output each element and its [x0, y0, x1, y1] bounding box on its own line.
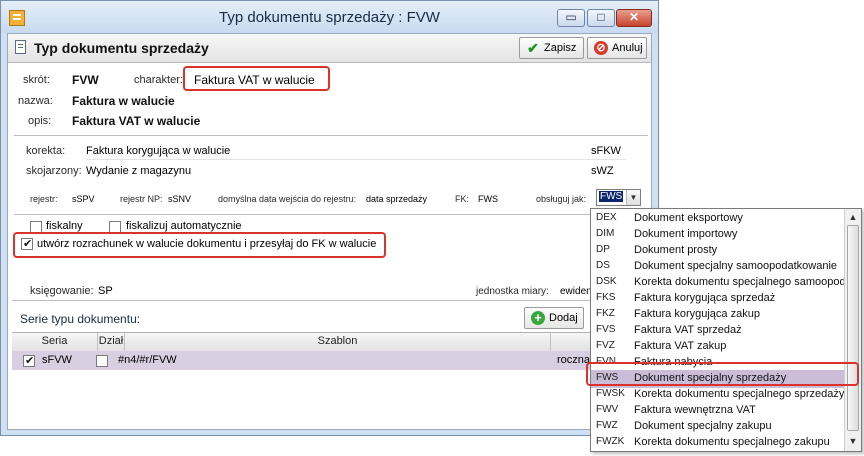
nazwa-value[interactable]: Faktura w walucie [72, 94, 175, 108]
rejestr-label: rejestr: [30, 194, 58, 204]
row-szablon: #n4/#r/FVW [118, 354, 177, 366]
cancel-icon: ⊘ [594, 41, 608, 55]
obsluguj-value: FWS [599, 191, 624, 202]
rozrachunek-label: utwórz rozrachunek w walucie dokumentu i… [37, 238, 377, 250]
korekta-underline [86, 159, 626, 160]
dropdown-item-code: FVZ [596, 340, 615, 351]
fk-value[interactable]: FWS [478, 194, 498, 204]
rozrachunek-checkbox[interactable] [21, 237, 33, 250]
maximize-button[interactable]: □ [587, 9, 615, 27]
dropdown-item-code: DSK [596, 276, 617, 287]
dropdown-item-code: FWZ [596, 420, 618, 431]
korekta-label: korekta: [26, 145, 66, 157]
charakter-field[interactable]: Faktura VAT w walucie [194, 73, 315, 87]
add-button-label: Dodaj [549, 312, 578, 324]
save-button[interactable]: ✔ Zapisz [519, 37, 584, 59]
dialog-body: Typ dokumentu sprzedaży ✔ Zapisz ⊘ Anulu… [7, 33, 652, 430]
dropdown-item-code: FWV [596, 404, 619, 415]
divider [14, 135, 648, 136]
close-button[interactable]: ✕ [616, 9, 652, 27]
dropdown-item-name: Faktura VAT sprzedaż [634, 324, 742, 336]
series-grid-header: Seria Dział Szablon Num [12, 332, 651, 352]
korekta-code: sFKW [591, 145, 621, 157]
dropdown-item-name: Dokument eksportowy [634, 212, 743, 224]
dropdown-item-name: Faktura korygująca zakup [634, 308, 760, 320]
korekta-value[interactable]: Faktura korygująca w walucie [86, 145, 230, 157]
scroll-up-icon[interactable]: ▲ [845, 209, 861, 225]
dropdown-item-code: FKZ [596, 308, 615, 319]
window: Typ dokumentu sprzedaży : FVW ▭ □ ✕ Typ … [0, 0, 659, 436]
obsluguj-dropdown-list[interactable]: DEX Dokument eksportowy DIM Dokument import… [590, 208, 862, 452]
dropdown-item-name: Dokument prosty [634, 244, 718, 256]
dropdown-item-name: Korekta dokumentu specjalnego zakupu [634, 436, 830, 448]
rejestr-np-label: rejestr NP: [120, 194, 163, 204]
selected-item-highlight [586, 362, 859, 386]
skojarzony-value[interactable]: Wydanie z magazynu [86, 165, 191, 177]
checkmark-icon: ✔ [527, 40, 539, 56]
fiskalizuj-label: fiskalizuj automatycznie [126, 220, 242, 232]
cancel-button[interactable]: ⊘ Anuluj [587, 37, 647, 59]
domyslna-data-label: domyślna data wejścia do rejestru: [218, 194, 357, 204]
add-series-button[interactable]: + Dodaj [524, 307, 584, 329]
obsluguj-label: obsługuj jak: [536, 194, 587, 204]
scroll-thumb[interactable] [847, 225, 859, 431]
fk-label: FK: [455, 194, 470, 204]
dropdown-item-name: Korekta dokumentu specjalnego sprzedaży [634, 388, 845, 400]
dropdown-item-fwzk[interactable]: FWZK Korekta dokumentu specjalnego zakupu [591, 434, 845, 451]
dropdown-item-name: Faktura korygująca sprzedaż [634, 292, 776, 304]
skojarzony-label: skojarzony: [26, 165, 82, 177]
dropdown-item-code: FVS [596, 324, 616, 335]
fiskalny-label: fiskalny [46, 220, 83, 232]
opis-label: opis: [28, 115, 52, 127]
dropdown-item-name: Dokument specjalny samoopodatkowanie [634, 260, 838, 272]
column-header-seria[interactable]: Seria [12, 335, 97, 347]
dropdown-item-name: Dokument importowy [634, 228, 738, 240]
charakter-label: charakter: [134, 74, 183, 86]
dropdown-item-code: FKS [596, 292, 616, 303]
skojarzony-code: sWZ [591, 165, 614, 177]
jednostka-label: jednostka miary: [476, 286, 549, 297]
row-checkbox[interactable] [23, 354, 35, 367]
dropdown-item-code: DEX [596, 212, 617, 223]
dropdown-item-name: Dokument specjalny zakupu [634, 420, 772, 432]
header-bar: Typ dokumentu sprzedaży ✔ Zapisz ⊘ Anulu… [8, 34, 651, 63]
dropdown-item-code: FWSK [596, 388, 625, 399]
skrot-label: skrót: [23, 74, 50, 86]
domyslna-data-value[interactable]: data sprzedaży [366, 194, 427, 204]
row-seria: sFVW [42, 354, 72, 366]
dropdown-item-code: DP [596, 244, 610, 255]
cancel-button-label: Anuluj [612, 42, 643, 54]
page-title: Typ dokumentu sprzedaży [34, 40, 209, 56]
table-row[interactable]: sFVW #n4/#r/FVW roczna [12, 351, 651, 370]
title-bar[interactable]: Typ dokumentu sprzedaży : FVW ▭ □ ✕ [1, 1, 658, 33]
divider [12, 300, 651, 301]
row-num: roczna [557, 354, 591, 366]
opis-value[interactable]: Faktura VAT w walucie [72, 114, 200, 128]
dropdown-item-name: Faktura VAT zakup [634, 340, 727, 352]
dropdown-scrollbar[interactable]: ▲ ▼ [844, 209, 861, 451]
ksiegowanie-value[interactable]: SP [98, 285, 113, 297]
row-dzial-checkbox[interactable] [96, 355, 108, 367]
dropdown-item-code: DIM [596, 228, 615, 239]
column-header-dzial[interactable]: Dział [98, 335, 124, 347]
series-title: Serie typu dokumentu: [20, 312, 141, 326]
minimize-button[interactable]: ▭ [557, 9, 585, 27]
dropdown-item-code: FWZK [596, 436, 625, 447]
dropdown-item-code: DS [596, 260, 610, 271]
obsluguj-combobox[interactable]: FWS ▼ [596, 189, 641, 206]
save-button-label: Zapisz [544, 42, 577, 54]
nazwa-label: nazwa: [18, 95, 53, 107]
skrot-value[interactable]: FVW [72, 73, 99, 87]
dropdown-item-name: Faktura wewnętrzna VAT [634, 404, 756, 416]
column-header-szablon[interactable]: Szablon [125, 335, 550, 347]
rejestr-np-value[interactable]: sSNV [168, 194, 191, 204]
ksiegowanie-label: księgowanie: [30, 285, 94, 297]
rejestr-value[interactable]: sSPV [72, 194, 95, 204]
chevron-down-icon[interactable]: ▼ [626, 190, 640, 205]
divider [14, 214, 648, 215]
plus-icon: + [531, 311, 545, 325]
document-icon [15, 40, 26, 54]
scroll-down-icon[interactable]: ▼ [845, 433, 861, 449]
dropdown-item-name: Korekta dokumentu specjalnego samoopoda [634, 276, 845, 288]
